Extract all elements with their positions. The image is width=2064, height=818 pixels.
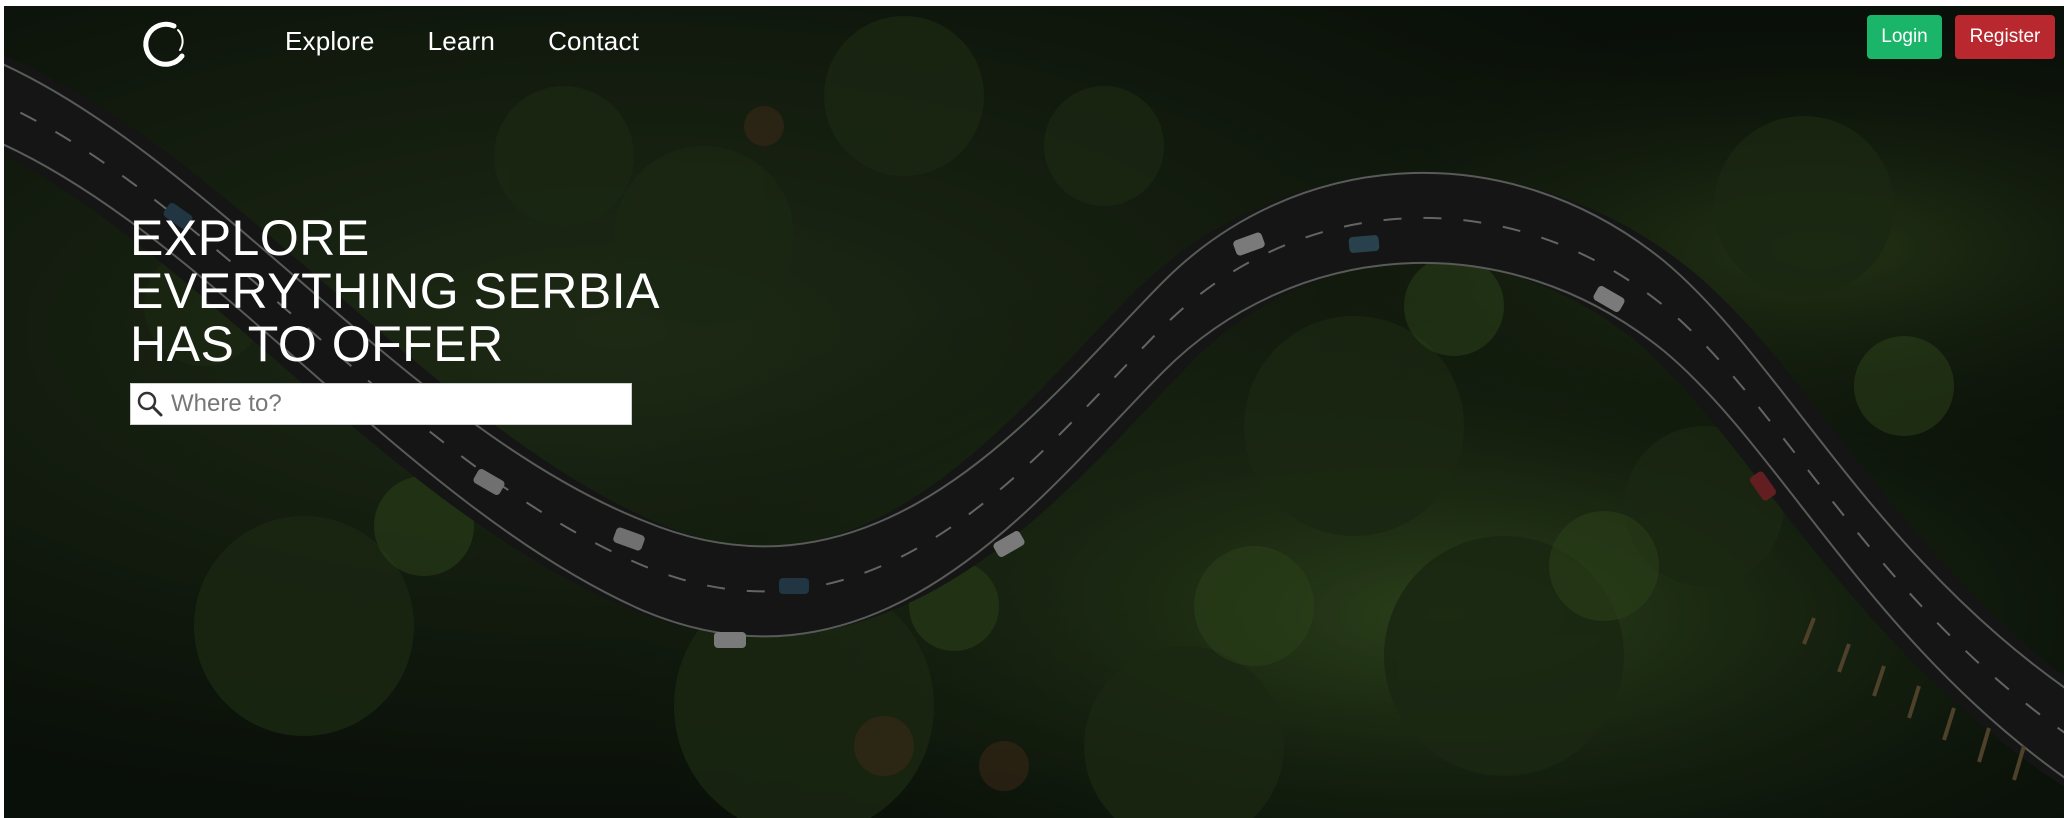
- hero-headline: EXPLORE EVERYTHING SERBIA HAS TO OFFER: [130, 212, 660, 371]
- nav-link-contact[interactable]: Contact: [548, 26, 639, 57]
- nav-link-explore[interactable]: Explore: [285, 26, 375, 57]
- register-button[interactable]: Register: [1955, 15, 2055, 59]
- login-button[interactable]: Login: [1867, 15, 1942, 59]
- nav-link-learn[interactable]: Learn: [428, 26, 496, 57]
- headline-line-1: EXPLORE: [130, 210, 370, 266]
- logo-icon[interactable]: [140, 18, 192, 70]
- search-input[interactable]: [165, 384, 631, 424]
- main-nav: Explore Learn Contact: [285, 26, 639, 57]
- headline-line-2: EVERYTHING SERBIA: [130, 263, 660, 319]
- search-icon: [135, 389, 165, 419]
- search-box[interactable]: [130, 383, 632, 425]
- headline-line-3: HAS TO OFFER: [130, 316, 504, 372]
